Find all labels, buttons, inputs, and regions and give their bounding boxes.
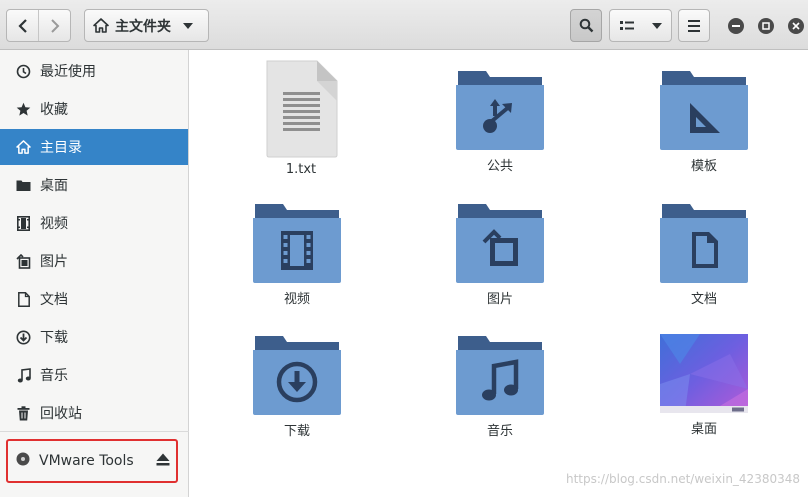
star-icon xyxy=(16,102,31,117)
sidebar-item-label: 下载 xyxy=(40,330,68,346)
view-options-button[interactable] xyxy=(609,9,672,42)
folder-item-downloads[interactable]: 下载 xyxy=(237,334,357,439)
folder-item-documents[interactable]: 文档 xyxy=(644,202,764,307)
sidebar-item-label: 收藏 xyxy=(40,102,68,118)
file-name: 模板 xyxy=(690,159,717,174)
location-label: 主文件夹 xyxy=(115,18,171,35)
main-menu-button[interactable] xyxy=(678,9,710,42)
close-button[interactable] xyxy=(788,18,804,34)
minimize-icon xyxy=(732,25,740,27)
close-icon xyxy=(792,22,800,30)
location-path-button[interactable]: 主文件夹 xyxy=(84,9,209,42)
maximize-button[interactable] xyxy=(758,18,774,34)
chevron-right-icon xyxy=(51,18,60,33)
sidebar-item-label: 主目录 xyxy=(40,140,82,156)
file-item-1-txt[interactable]: 1.txt xyxy=(241,60,361,177)
sidebar-item-trash[interactable]: 回收站 xyxy=(0,395,188,431)
maximize-icon xyxy=(762,22,770,30)
file-name: 公共 xyxy=(486,159,513,174)
forward-button[interactable] xyxy=(38,10,70,41)
document-icon xyxy=(692,232,718,268)
video-icon xyxy=(281,231,313,270)
trash-icon xyxy=(16,405,31,421)
music-icon xyxy=(16,367,31,383)
sidebar-item-label: 视频 xyxy=(40,216,68,232)
sidebar-separator xyxy=(0,431,189,432)
folder-icon xyxy=(456,71,544,150)
file-name: 图片 xyxy=(486,292,513,307)
download-icon xyxy=(16,330,31,345)
header-bar: 主文件夹 xyxy=(0,0,808,50)
desktop-icon xyxy=(16,178,31,193)
document-icon xyxy=(16,291,31,307)
search-icon xyxy=(579,18,593,33)
folder-icon xyxy=(253,204,341,283)
folder-icon xyxy=(456,204,544,283)
folder-item-desktop[interactable]: 桌面 xyxy=(644,334,764,437)
eject-icon[interactable] xyxy=(156,453,170,470)
text-file-icon xyxy=(266,60,338,158)
picture-icon xyxy=(16,253,31,269)
chevron-down-icon xyxy=(183,22,193,29)
sidebar-item-desktop[interactable]: 桌面 xyxy=(0,167,188,203)
sidebar-item-label: 文档 xyxy=(40,292,68,308)
sidebar-item-label: 最近使用 xyxy=(40,64,96,80)
file-name: 音乐 xyxy=(486,424,513,439)
disc-icon xyxy=(16,452,30,470)
back-button[interactable] xyxy=(7,10,38,41)
folder-icon xyxy=(456,336,544,415)
clock-icon xyxy=(16,64,31,79)
sidebar-item-recent[interactable]: 最近使用 xyxy=(0,53,188,89)
file-name: 桌面 xyxy=(690,422,717,437)
sidebar-item-label: 桌面 xyxy=(40,178,68,194)
chevron-down-icon xyxy=(651,22,662,29)
list-view-icon xyxy=(619,20,634,30)
hamburger-menu-icon xyxy=(688,19,700,32)
sidebar-item-videos[interactable]: 视频 xyxy=(0,205,188,241)
home-icon xyxy=(93,18,109,33)
chevron-left-icon xyxy=(18,18,27,33)
sidebar-item-vmware-tools[interactable]: VMware Tools xyxy=(6,439,178,483)
sidebar-item-label: 回收站 xyxy=(40,406,82,422)
home-icon xyxy=(16,140,31,155)
sidebar-item-music[interactable]: 音乐 xyxy=(0,357,188,393)
folder-item-music[interactable]: 音乐 xyxy=(440,334,560,439)
device-label: VMware Tools xyxy=(39,453,134,469)
file-view: 1.txt 公共 模板 视频 图片 文档 下载 音乐 桌面 xyxy=(190,50,808,497)
video-icon xyxy=(16,215,31,231)
folder-icon xyxy=(660,71,748,150)
sidebar-item-documents[interactable]: 文档 xyxy=(0,281,188,317)
desktop-preview-thumbnail xyxy=(660,334,748,413)
folder-item-videos[interactable]: 视频 xyxy=(237,202,357,307)
sidebar-item-label: 图片 xyxy=(40,254,68,270)
folder-item-pictures[interactable]: 图片 xyxy=(440,202,560,307)
sidebar: 最近使用 收藏 主目录 桌面 视频 图片 文档 下载 音乐 回收站 VMware… xyxy=(0,50,189,497)
file-name: 1.txt xyxy=(285,162,317,177)
sidebar-item-label: 音乐 xyxy=(40,368,68,384)
folder-icon xyxy=(660,204,748,283)
navigation-buttons xyxy=(6,9,71,42)
file-name: 文档 xyxy=(690,292,717,307)
watermark: https://blog.csdn.net/weixin_42380348 xyxy=(565,472,800,486)
sidebar-item-starred[interactable]: 收藏 xyxy=(0,91,188,127)
sidebar-item-downloads[interactable]: 下载 xyxy=(0,319,188,355)
file-name: 视频 xyxy=(283,292,310,307)
search-button[interactable] xyxy=(570,9,602,42)
sidebar-item-pictures[interactable]: 图片 xyxy=(0,243,188,279)
file-name: 下载 xyxy=(283,424,310,439)
sidebar-item-home[interactable]: 主目录 xyxy=(0,129,188,165)
folder-item-templates[interactable]: 模板 xyxy=(644,69,764,174)
folder-item-public[interactable]: 公共 xyxy=(440,69,560,174)
folder-icon xyxy=(253,336,341,415)
minimize-button[interactable] xyxy=(728,18,744,34)
